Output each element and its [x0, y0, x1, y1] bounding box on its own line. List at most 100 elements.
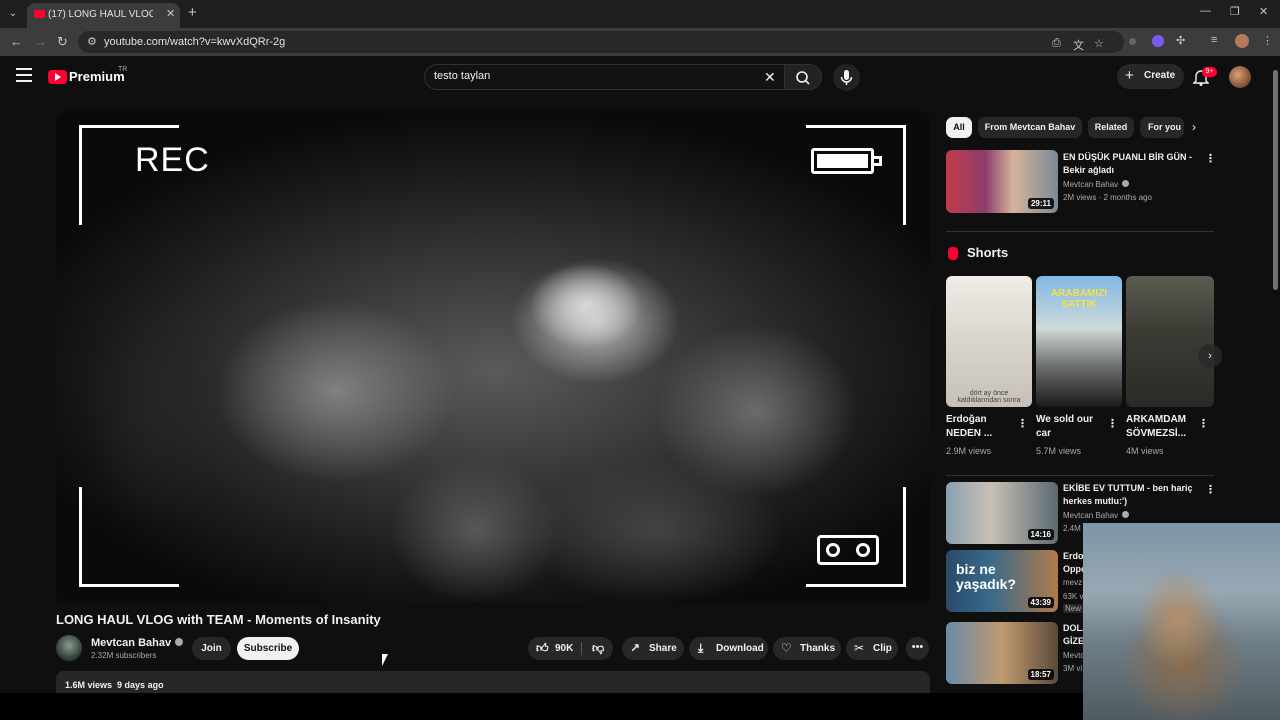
cassette-icon — [817, 535, 879, 565]
back-icon[interactable]: ← — [10, 34, 23, 49]
kebab-menu-icon[interactable]: ⋮ — [1198, 417, 1209, 430]
thanks-label: Thanks — [800, 643, 836, 654]
install-app-icon[interactable]: ⎙ — [1052, 37, 1061, 50]
voice-search-button[interactable] — [833, 64, 860, 91]
bookmark-star-icon[interactable]: ☆ — [1094, 37, 1104, 50]
recommended-thumbnail[interactable]: 14:16 — [946, 482, 1058, 544]
account-avatar[interactable] — [1229, 66, 1251, 88]
scissors-icon: ✂ — [854, 641, 865, 655]
recommended-thumbnail[interactable]: 29:11 — [946, 150, 1058, 213]
more-actions-icon[interactable]: ••• — [906, 637, 929, 660]
short-title[interactable]: ARKAMDAM SÖVMEZSİ... — [1126, 413, 1192, 441]
minimize-icon[interactable]: — — [1200, 5, 1211, 17]
chip-for-you[interactable]: For you — [1140, 117, 1184, 138]
thumbnail-overlay-text: biz ne yaşadık? — [956, 561, 1016, 592]
plus-icon: + — [1125, 67, 1134, 84]
like-divider — [581, 642, 582, 655]
recommended-meta: 63K v — [1063, 592, 1084, 601]
country-code: TR — [118, 66, 128, 73]
short-views: 5.7M views — [1036, 446, 1082, 456]
site-info-icon[interactable]: ⚙ — [87, 35, 97, 48]
channel-avatar[interactable] — [56, 635, 82, 661]
like-dislike-group: 👍︎ 90K 👎︎ — [528, 637, 613, 660]
short-caption: ARABAMIZI SATTIK — [1050, 288, 1108, 310]
search-input[interactable] — [434, 70, 754, 82]
short-thumbnail[interactable]: dört ay önce kaldıklarından sonra — [946, 276, 1032, 407]
new-tab-icon[interactable]: + — [188, 4, 197, 21]
like-count[interactable]: 90K — [555, 637, 573, 660]
recommended-channel[interactable]: Mevtcan Bahav — [1063, 180, 1130, 189]
short-title[interactable]: Erdoğan NEDEN ... — [946, 413, 1012, 441]
clip-button[interactable]: ✂ Clip — [846, 637, 898, 660]
youtube-favicon-icon — [34, 10, 45, 18]
recommended-title[interactable]: EKİBE EV TUTTUM - ben hariç herkes mutlu… — [1063, 482, 1195, 508]
recommended-thumbnail[interactable]: biz ne yaşadık? 43:39 — [946, 550, 1058, 612]
dislike-icon[interactable]: 👎︎ — [592, 637, 604, 660]
subscribe-button[interactable]: Subscribe — [237, 637, 299, 660]
translate-icon[interactable]: 文 — [1073, 37, 1084, 53]
chip-all[interactable]: All — [946, 117, 972, 138]
extensions-puzzle-icon[interactable]: ✣ — [1176, 34, 1185, 47]
search-button[interactable] — [784, 64, 822, 90]
video-duration: 29:11 — [1027, 198, 1054, 209]
channel-name[interactable]: Mevtcan Bahav — [91, 637, 184, 649]
verified-badge-icon — [175, 638, 184, 646]
recommended-channel[interactable]: Mevtcan Bahav — [1063, 511, 1130, 520]
share-button[interactable]: ↗ Share — [622, 637, 684, 660]
chip-related[interactable]: Related — [1088, 117, 1134, 138]
notification-count-badge: 9+ — [1202, 67, 1217, 77]
browser-menu-icon[interactable]: ⋮ — [1262, 34, 1273, 47]
video-duration: 43:39 — [1027, 597, 1054, 608]
join-button[interactable]: Join — [192, 637, 231, 660]
tab-search-icon[interactable]: ⌄ — [5, 6, 21, 22]
webcam-overlay — [1083, 523, 1280, 720]
short-title[interactable]: We sold our car — [1036, 413, 1102, 441]
kebab-menu-icon[interactable]: ⋮ — [1205, 152, 1216, 165]
address-bar[interactable]: ⚙ youtube.com/watch?v=kwvXdQRr-2g ⎙ 文 ☆ — [78, 31, 1124, 53]
video-player[interactable]: REC — [56, 111, 930, 603]
like-icon[interactable]: 👍︎ — [536, 637, 549, 660]
chevron-right-icon[interactable]: › — [1192, 120, 1196, 134]
recommended-channel[interactable]: Mevtc — [1063, 651, 1084, 660]
reload-icon[interactable]: ↻ — [57, 34, 68, 50]
thanks-button[interactable]: ♡ Thanks — [773, 637, 841, 660]
youtube-play-icon — [48, 70, 67, 84]
rec-overlay-text: REC — [135, 141, 210, 179]
clear-search-icon[interactable]: ✕ — [764, 69, 776, 86]
tab-close-icon[interactable]: ✕ — [166, 7, 175, 20]
forward-icon[interactable]: → — [34, 34, 47, 49]
browser-tab[interactable]: (17) LONG HAUL VLOG with TEAM - Moments … — [27, 3, 180, 28]
download-button[interactable]: ⤓ Download — [689, 637, 768, 660]
tab-title: (17) LONG HAUL VLOG with TEAM - Moments … — [48, 9, 153, 20]
kebab-menu-icon[interactable]: ⋮ — [1017, 417, 1028, 430]
browser-tab-bar: ⌄ (17) LONG HAUL VLOG with TEAM - Moment… — [0, 0, 1280, 28]
kebab-menu-icon[interactable]: ⋮ — [1107, 417, 1118, 430]
search-icon — [796, 71, 810, 85]
camera-frame-corner — [79, 487, 179, 587]
recommended-thumbnail[interactable]: 18:57 — [946, 622, 1058, 684]
restore-icon[interactable]: ❐ — [1230, 5, 1240, 18]
create-button[interactable]: + Create — [1117, 64, 1184, 89]
video-duration: 14:16 — [1027, 529, 1054, 540]
scrollbar-thumb[interactable] — [1273, 70, 1278, 290]
window-close-icon[interactable]: ✕ — [1259, 5, 1268, 18]
recommended-title[interactable]: EN DÜŞÜK PUANLI BİR GÜN - Bekir ağladı — [1063, 151, 1195, 177]
battery-icon — [811, 148, 882, 174]
recommended-channel[interactable]: mevz — [1063, 578, 1082, 587]
search-box[interactable]: ✕ — [424, 64, 784, 90]
reading-list-icon[interactable]: ≡ — [1211, 34, 1217, 46]
profile-avatar-icon[interactable] — [1235, 34, 1249, 48]
short-thumbnail[interactable] — [1126, 276, 1214, 407]
extension-icon[interactable] — [1152, 35, 1164, 47]
video-duration: 18:57 — [1027, 669, 1054, 680]
extension-dot-icon[interactable] — [1129, 38, 1136, 45]
chip-from-channel[interactable]: From Mevtcan Bahav — [978, 117, 1082, 138]
browser-toolbar: ← → ↻ ⚙ youtube.com/watch?v=kwvXdQRr-2g … — [0, 28, 1280, 56]
kebab-menu-icon[interactable]: ⋮ — [1205, 483, 1216, 496]
subscriber-count: 2.32M subscribers — [91, 651, 157, 660]
short-thumbnail[interactable]: ARABAMIZI SATTIK — [1036, 276, 1122, 407]
camera-frame-corner — [806, 125, 906, 225]
guide-menu-icon[interactable] — [16, 68, 32, 82]
clip-label: Clip — [873, 643, 892, 654]
shorts-next-icon[interactable]: › — [1198, 344, 1222, 368]
